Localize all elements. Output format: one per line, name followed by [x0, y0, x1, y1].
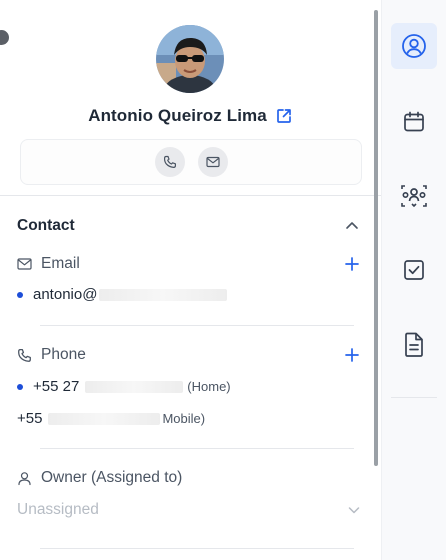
add-email-button[interactable]: [344, 256, 360, 272]
email-value-row[interactable]: antonio@: [17, 286, 228, 303]
rail-divider: [391, 397, 437, 398]
contact-details-panel: Antonio Queiroz Lima Contact Email anton…: [0, 0, 381, 560]
rail-item-notes[interactable]: [391, 322, 437, 368]
team-icon: [401, 185, 427, 208]
checkbox-icon: [404, 260, 424, 280]
field-divider: [40, 448, 354, 449]
mail-icon: [17, 258, 32, 270]
email-field-label: Email: [17, 255, 80, 273]
document-icon: [405, 332, 423, 357]
owner-select[interactable]: Unassigned: [17, 501, 99, 519]
avatar: [156, 25, 224, 93]
email-button[interactable]: [197, 147, 228, 177]
redacted-text: [99, 288, 228, 301]
user-circle-icon: [402, 34, 426, 58]
rail-item-profile[interactable]: [391, 23, 437, 69]
redacted-text: [85, 380, 184, 393]
scrollbar[interactable]: [374, 10, 378, 466]
phone-label: Phone: [41, 346, 86, 363]
section-title-contact: Contact: [17, 217, 75, 234]
phone-icon: [163, 155, 176, 168]
mail-icon: [205, 156, 220, 168]
phone-primary-prefix: +55 27: [33, 378, 80, 395]
user-icon: [18, 471, 31, 485]
phone-icon: [18, 348, 31, 362]
phone-primary-row[interactable]: +55 27 (Home): [17, 378, 231, 395]
primary-indicator: [17, 383, 23, 390]
phone-field-label: Phone: [17, 346, 86, 364]
owner-label: Owner (Assigned to): [41, 469, 183, 486]
field-divider: [40, 325, 354, 326]
contact-name: Antonio Queiroz Lima: [88, 106, 267, 125]
phone-primary-type: (Home): [187, 379, 231, 394]
owner-field-label: Owner (Assigned to): [17, 469, 182, 487]
rail-item-team[interactable]: [391, 173, 437, 219]
rail-item-calendar[interactable]: [391, 99, 437, 145]
field-divider: [40, 548, 354, 549]
chevron-up-icon[interactable]: [344, 218, 360, 234]
collapse-toggle[interactable]: [0, 30, 9, 45]
rail-item-tasks[interactable]: [391, 247, 437, 293]
redacted-text: [48, 412, 161, 425]
quick-actions-bar: [20, 139, 362, 185]
phone-secondary-type: Mobile): [162, 411, 206, 426]
calendar-icon: [404, 111, 424, 132]
right-nav-rail: [381, 0, 446, 560]
contact-name-row: Antonio Queiroz Lima: [0, 106, 381, 126]
primary-indicator: [17, 291, 23, 298]
phone-secondary-row[interactable]: +55 Mobile): [17, 410, 205, 427]
header-divider: [0, 195, 381, 196]
email-label: Email: [41, 255, 80, 272]
chevron-down-icon[interactable]: [347, 503, 361, 517]
external-link-icon[interactable]: [275, 107, 293, 125]
call-button[interactable]: [154, 147, 185, 177]
email-value: antonio@: [33, 286, 98, 303]
phone-secondary-prefix: +55: [17, 410, 43, 427]
add-phone-button[interactable]: [344, 347, 360, 363]
